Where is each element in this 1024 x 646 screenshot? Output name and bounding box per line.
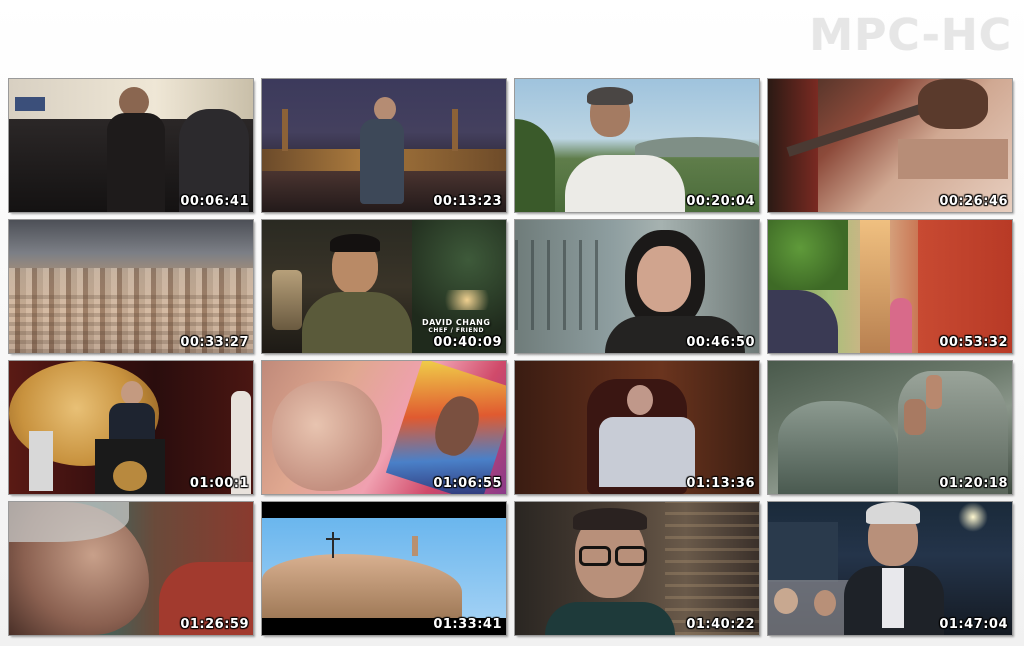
thumbnail-4[interactable]: 00:26:46 xyxy=(767,78,1013,213)
lower-third-caption: DAVID CHANG CHEF / FRIEND xyxy=(422,318,490,334)
thumbnail-10[interactable]: 01:06:55 xyxy=(261,360,507,495)
timestamp-label: 00:06:41 xyxy=(180,194,249,209)
timestamp-label: 01:06:55 xyxy=(433,476,502,491)
caption-role: CHEF / FRIEND xyxy=(428,327,484,334)
thumbnail-6[interactable]: DAVID CHANG CHEF / FRIEND 00:40:09 xyxy=(261,219,507,354)
thumbnail-9[interactable]: 01:00:1 xyxy=(8,360,254,495)
thumbnail-13[interactable]: 01:26:59 xyxy=(8,501,254,636)
thumbnail-11[interactable]: 01:13:36 xyxy=(514,360,760,495)
timestamp-label: 00:33:27 xyxy=(180,335,249,350)
thumbnail-grid: 00:06:41 00:13:23 00:20:04 00:26:46 00:3… xyxy=(8,78,1013,636)
caption-name: DAVID CHANG xyxy=(422,318,491,327)
timestamp-label: 00:20:04 xyxy=(686,194,755,209)
timestamp-label: 00:46:50 xyxy=(686,335,755,350)
timestamp-label: 01:33:41 xyxy=(433,617,502,632)
timestamp-label: 01:13:36 xyxy=(686,476,755,491)
thumbnail-14[interactable]: 01:33:41 xyxy=(261,501,507,636)
thumbnail-15[interactable]: 01:40:22 xyxy=(514,501,760,636)
timestamp-label: 00:26:46 xyxy=(939,194,1008,209)
thumbnail-1[interactable]: 00:06:41 xyxy=(8,78,254,213)
thumbnail-8[interactable]: 00:53:32 xyxy=(767,219,1013,354)
timestamp-label: 00:40:09 xyxy=(433,335,502,350)
timestamp-label: 01:40:22 xyxy=(686,617,755,632)
timestamp-label: 00:13:23 xyxy=(433,194,502,209)
timestamp-label: 01:00:1 xyxy=(189,476,249,491)
thumbnail-5[interactable]: 00:33:27 xyxy=(8,219,254,354)
timestamp-label: 01:47:04 xyxy=(939,617,1008,632)
timestamp-label: 01:26:59 xyxy=(180,617,249,632)
timestamp-label: 00:53:32 xyxy=(939,335,1008,350)
thumbnail-12[interactable]: 01:20:18 xyxy=(767,360,1013,495)
timestamp-label: 01:20:18 xyxy=(939,476,1008,491)
thumbnail-3[interactable]: 00:20:04 xyxy=(514,78,760,213)
thumbnail-16[interactable]: 01:47:04 xyxy=(767,501,1013,636)
thumbnail-7[interactable]: 00:46:50 xyxy=(514,219,760,354)
mpc-hc-logo: MPC-HC xyxy=(809,10,1012,61)
thumbnail-2[interactable]: 00:13:23 xyxy=(261,78,507,213)
